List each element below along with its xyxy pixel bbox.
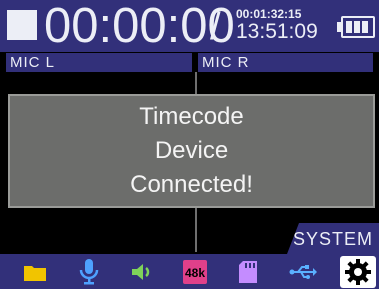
battery-icon (337, 16, 375, 38)
dialog-line-2: Device (154, 137, 229, 164)
status-bar: 00:00:00 / 00:01:32:15 13:51:09 (0, 0, 379, 52)
sample-rate-label: 48k (185, 266, 205, 280)
sd-card-icon[interactable] (230, 254, 266, 289)
timecode-connected-dialog: Timecode Device Connected! (8, 94, 375, 208)
dialog-line-3: Connected! (130, 171, 253, 198)
clock-readout: 13:51:09 (236, 20, 318, 43)
gear-icon (345, 259, 371, 285)
channel-label-left: MIC L (6, 53, 192, 72)
stop-status-icon (7, 10, 37, 40)
speaker-icon[interactable] (124, 254, 160, 289)
usb-icon[interactable] (285, 254, 321, 289)
sample-rate-icon[interactable]: 48k (177, 254, 213, 289)
folder-icon[interactable] (17, 254, 53, 289)
dialog-line-1: Timecode (139, 103, 244, 130)
settings-button[interactable] (340, 256, 376, 288)
bottom-toolbar: 48k (0, 254, 379, 289)
channel-label-right: MIC R (198, 53, 373, 72)
tab-system[interactable]: SYSTEM (287, 223, 379, 254)
recording-counter: 00:00:00 (44, 0, 235, 53)
tab-system-label: SYSTEM (292, 229, 373, 249)
counter-separator: / (210, 6, 221, 48)
microphone-icon[interactable] (71, 254, 107, 289)
